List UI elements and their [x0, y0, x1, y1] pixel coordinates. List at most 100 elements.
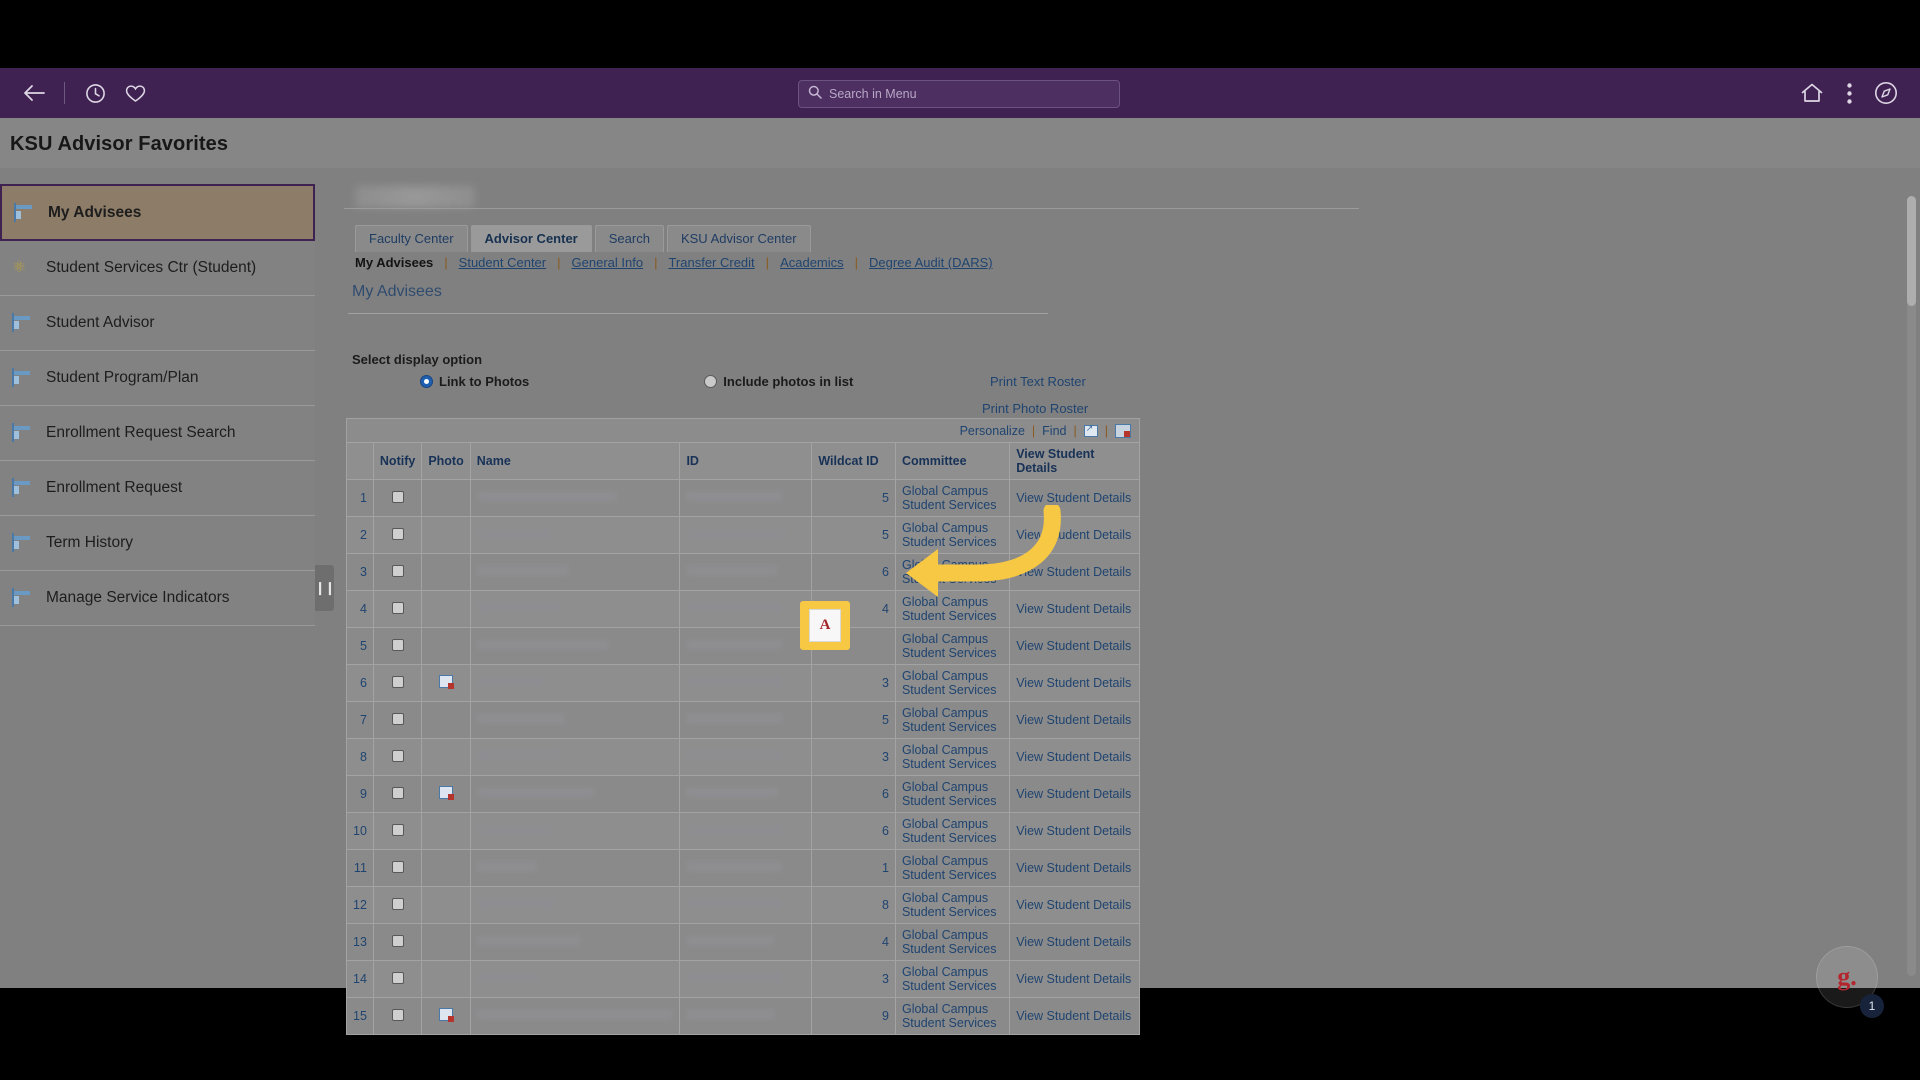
- column-header-wildcat-id[interactable]: Wildcat ID: [811, 442, 896, 480]
- student-name-cell[interactable]: [469, 516, 681, 554]
- student-name-cell[interactable]: [469, 701, 681, 739]
- committee-cell[interactable]: Global Campus Student Services: [894, 849, 1011, 887]
- subnav-link-my-advisees[interactable]: My Advisees: [355, 255, 433, 270]
- committee-cell[interactable]: Global Campus Student Services: [894, 553, 1011, 591]
- find-link[interactable]: Find: [1042, 424, 1066, 438]
- subnav-link-student-center[interactable]: Student Center: [459, 255, 546, 270]
- view-student-details-link[interactable]: View Student Details: [1016, 972, 1131, 986]
- notify-checkbox[interactable]: [391, 712, 404, 725]
- sidebar-item-my-advisees[interactable]: My Advisees: [0, 184, 315, 241]
- notify-checkbox[interactable]: [391, 860, 404, 873]
- view-student-details-link[interactable]: View Student Details: [1016, 676, 1131, 690]
- student-name-cell[interactable]: [469, 664, 681, 702]
- print-photo-roster-link[interactable]: Print Photo Roster: [982, 401, 1088, 416]
- tab-search[interactable]: Search: [594, 225, 664, 252]
- subnav-link-transfer-credit[interactable]: Transfer Credit: [668, 255, 754, 270]
- committee-cell[interactable]: Global Campus Student Services: [894, 886, 1011, 924]
- student-name-cell[interactable]: [469, 590, 681, 628]
- student-name-cell[interactable]: [469, 960, 681, 998]
- back-arrow-icon[interactable]: [14, 73, 54, 113]
- kebab-menu-icon[interactable]: [1832, 73, 1866, 113]
- subnav-link-academics[interactable]: Academics: [780, 255, 844, 270]
- subnav-link-general-info[interactable]: General Info: [572, 255, 644, 270]
- notify-checkbox[interactable]: [391, 601, 404, 614]
- view-student-details-link[interactable]: View Student Details: [1016, 861, 1131, 875]
- committee-cell[interactable]: Global Campus Student Services: [894, 775, 1011, 813]
- committee-cell[interactable]: Global Campus Student Services: [894, 664, 1011, 702]
- view-student-details-link[interactable]: View Student Details: [1016, 491, 1131, 505]
- notify-checkbox[interactable]: [391, 749, 404, 762]
- committee-cell[interactable]: Global Campus Student Services: [894, 590, 1011, 628]
- home-icon[interactable]: [1792, 73, 1832, 113]
- notify-checkbox[interactable]: [391, 971, 404, 984]
- clock-icon[interactable]: [75, 73, 115, 113]
- notify-checkbox[interactable]: [391, 638, 404, 651]
- view-student-details-link[interactable]: View Student Details: [1016, 602, 1131, 616]
- column-header-row-number[interactable]: [346, 442, 374, 480]
- search-input[interactable]: [829, 87, 1110, 101]
- sidebar-item-student-advisor[interactable]: Student Advisor: [0, 296, 315, 351]
- search-in-menu-field[interactable]: [798, 80, 1120, 108]
- committee-cell[interactable]: Global Campus Student Services: [894, 479, 1011, 517]
- sidebar-collapse-handle[interactable]: ❙❙: [315, 565, 335, 611]
- notify-checkbox[interactable]: [391, 1008, 404, 1021]
- sidebar-item-enrollment-request[interactable]: Enrollment Request: [0, 461, 315, 516]
- page-scrollbar[interactable]: [1907, 196, 1916, 976]
- view-student-details-link[interactable]: View Student Details: [1016, 898, 1131, 912]
- sidebar-item-student-services-ctr-student[interactable]: ⚛ Student Services Ctr (Student): [0, 241, 315, 296]
- notify-checkbox[interactable]: [391, 675, 404, 688]
- view-student-details-link[interactable]: View Student Details: [1016, 750, 1131, 764]
- heart-icon[interactable]: [115, 73, 155, 113]
- committee-cell[interactable]: Global Campus Student Services: [894, 997, 1011, 1035]
- scrollbar-thumb[interactable]: [1907, 196, 1916, 306]
- student-name-cell[interactable]: [469, 775, 681, 813]
- tab-faculty-center[interactable]: Faculty Center: [355, 225, 468, 252]
- column-header-notify[interactable]: Notify: [372, 442, 423, 480]
- popout-window-icon[interactable]: [1083, 423, 1098, 437]
- sidebar-item-student-program-plan[interactable]: Student Program/Plan: [0, 351, 315, 406]
- committee-cell[interactable]: Global Campus Student Services: [894, 960, 1011, 998]
- notify-checkbox[interactable]: [391, 490, 404, 503]
- sidebar-item-manage-service-indicators[interactable]: Manage Service Indicators: [0, 571, 315, 626]
- committee-cell[interactable]: Global Campus Student Services: [894, 701, 1011, 739]
- display-option-link-to-photos[interactable]: Link to Photos: [420, 374, 529, 389]
- notify-checkbox[interactable]: [391, 934, 404, 947]
- view-student-details-link[interactable]: View Student Details: [1016, 935, 1131, 949]
- view-student-details-link[interactable]: View Student Details: [1016, 639, 1131, 653]
- sidebar-item-term-history[interactable]: Term History: [0, 516, 315, 571]
- column-header-view-student-details[interactable]: View Student Details: [1009, 442, 1140, 480]
- committee-cell[interactable]: Global Campus Student Services: [894, 812, 1011, 850]
- subnav-link-degree-audit-dars[interactable]: Degree Audit (DARS): [869, 255, 993, 270]
- notify-checkbox[interactable]: [391, 823, 404, 836]
- print-text-roster-link[interactable]: Print Text Roster: [990, 374, 1086, 389]
- student-photo-icon[interactable]: [439, 1008, 455, 1022]
- committee-cell[interactable]: Global Campus Student Services: [894, 738, 1011, 776]
- student-name-cell[interactable]: [469, 923, 681, 961]
- student-name-cell[interactable]: [469, 738, 681, 776]
- column-header-committee[interactable]: Committee: [894, 442, 1011, 480]
- view-student-details-link[interactable]: View Student Details: [1016, 565, 1131, 579]
- student-name-cell[interactable]: [469, 886, 681, 924]
- student-photo-icon[interactable]: [439, 675, 455, 689]
- student-photo-icon[interactable]: [439, 786, 455, 800]
- view-student-details-link[interactable]: View Student Details: [1016, 713, 1131, 727]
- student-name-cell[interactable]: [469, 997, 681, 1035]
- radio-button[interactable]: [420, 375, 433, 388]
- column-header-photo[interactable]: Photo: [421, 442, 471, 480]
- student-name-cell[interactable]: [469, 812, 681, 850]
- column-header-name[interactable]: Name: [469, 442, 681, 480]
- view-student-details-link[interactable]: View Student Details: [1016, 787, 1131, 801]
- compass-icon[interactable]: [1866, 73, 1906, 113]
- tab-advisor-center[interactable]: Advisor Center: [470, 225, 592, 252]
- view-student-details-link[interactable]: View Student Details: [1016, 528, 1131, 542]
- view-student-details-link[interactable]: View Student Details: [1016, 824, 1131, 838]
- notify-checkbox[interactable]: [391, 786, 404, 799]
- display-option-include-photos-in-list[interactable]: Include photos in list: [704, 374, 853, 389]
- committee-cell[interactable]: Global Campus Student Services: [894, 627, 1011, 665]
- tab-ksu-advisor-center[interactable]: KSU Advisor Center: [666, 225, 811, 252]
- student-name-cell[interactable]: [469, 849, 681, 887]
- sidebar-item-enrollment-request-search[interactable]: Enrollment Request Search: [0, 406, 315, 461]
- student-name-cell[interactable]: [469, 553, 681, 591]
- radio-button[interactable]: [704, 375, 718, 388]
- view-student-details-link[interactable]: View Student Details: [1016, 1009, 1131, 1023]
